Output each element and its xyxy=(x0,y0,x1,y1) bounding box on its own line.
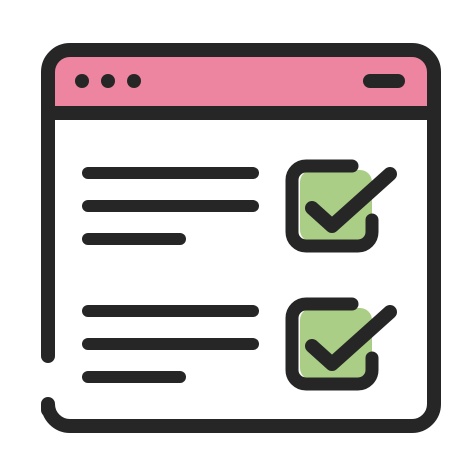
window-dots xyxy=(75,74,141,88)
window-dot-3 xyxy=(127,74,141,88)
window-dot-2 xyxy=(101,74,115,88)
browser-checklist-icon xyxy=(41,43,441,433)
icon-canvas xyxy=(0,0,475,475)
window-dot-1 xyxy=(75,74,89,88)
